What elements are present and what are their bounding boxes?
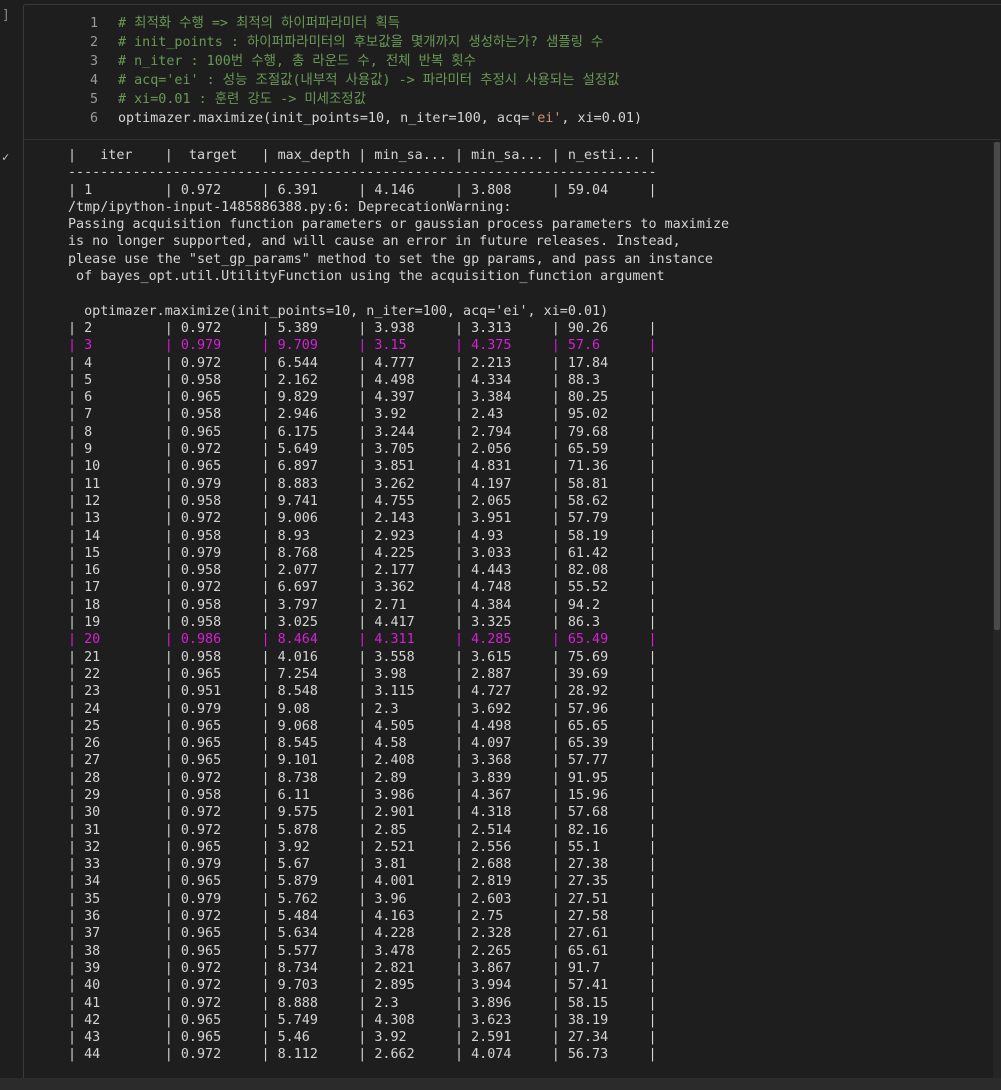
- table-header: | iter | target | max_depth | min_sa... …: [68, 148, 657, 163]
- line-number: 3: [89, 54, 98, 69]
- table-row: | 18 | 0.958 | 3.797 | 2.71 | 4.384 | 94…: [68, 597, 657, 613]
- table-row: | 38 | 0.965 | 5.577 | 3.478 | 2.265 | 6…: [68, 943, 657, 959]
- code-call: optimazer.maximize(init_points=10, n_ite…: [118, 111, 530, 126]
- warning-line: Passing acquisition function parameters …: [68, 217, 730, 233]
- warning-line: [68, 285, 988, 302]
- table-row: | 37 | 0.965 | 5.634 | 4.228 | 2.328 | 2…: [68, 926, 657, 942]
- line-number: 2: [89, 35, 98, 50]
- code-line: 5 # xi=0.01 : 훈련 강도 -> 미세조정값: [24, 90, 1000, 109]
- warning-line: of bayes_opt.util.UtilityFunction using …: [68, 269, 665, 285]
- table-row: | 27 | 0.965 | 9.101 | 2.408 | 3.368 | 5…: [68, 753, 657, 769]
- line-number: 1: [89, 16, 98, 31]
- code-call-end: , xi=0.01): [561, 111, 643, 126]
- table-row: | 23 | 0.951 | 8.548 | 3.115 | 4.727 | 2…: [68, 684, 657, 700]
- cell-bracket: ]: [2, 8, 10, 23]
- table-row: | 11 | 0.979 | 8.883 | 3.262 | 4.197 | 5…: [68, 476, 657, 492]
- code-comment: # acq='ei' : 성능 조절값(내부적 사용값) -> 파라미터 추정시…: [118, 73, 620, 88]
- table-row: | 36 | 0.972 | 5.484 | 4.163 | 2.75 | 27…: [68, 909, 657, 925]
- warning-line: /tmp/ipython-input-1485886388.py:6: Depr…: [68, 199, 512, 215]
- warning-line: optimazer.maximize(init_points=10, n_ite…: [68, 303, 609, 319]
- table-row: | 3 | 0.979 | 9.709 | 3.15 | 4.375 | 57.…: [68, 338, 657, 354]
- table-row: | 30 | 0.972 | 9.575 | 2.901 | 4.318 | 5…: [68, 805, 657, 821]
- table-row: | 40 | 0.972 | 9.703 | 2.895 | 3.994 | 5…: [68, 978, 657, 994]
- table-row: | 17 | 0.972 | 6.697 | 3.362 | 4.748 | 5…: [68, 580, 657, 596]
- table-row: | 43 | 0.965 | 5.46 | 3.92 | 2.591 | 27.…: [68, 1030, 657, 1046]
- line-number: 4: [89, 73, 98, 88]
- table-row: | 21 | 0.958 | 4.016 | 3.558 | 3.615 | 7…: [68, 649, 657, 665]
- table-row: | 33 | 0.979 | 5.67 | 3.81 | 2.688 | 27.…: [68, 857, 657, 873]
- table-row: | 28 | 0.972 | 8.738 | 2.89 | 3.839 | 91…: [68, 770, 657, 786]
- run-status-check-icon: ✓: [2, 150, 10, 164]
- table-row: | 1 | 0.972 | 6.391 | 4.146 | 3.808 | 59…: [68, 182, 657, 198]
- code-editor[interactable]: 1 # 최적화 수행 => 최적의 하이퍼파라미터 획득 2 # init_poin…: [24, 14, 1000, 128]
- code-comment: # n_iter : 100번 수행, 총 라운드 수, 전체 반복 횟수: [118, 54, 476, 69]
- table-row: | 44 | 0.972 | 8.112 | 2.662 | 4.074 | 5…: [68, 1047, 657, 1063]
- table-row: | 15 | 0.979 | 8.768 | 4.225 | 3.033 | 6…: [68, 545, 657, 561]
- table-row: | 9 | 0.972 | 5.649 | 3.705 | 2.056 | 65…: [68, 442, 657, 458]
- table-row: | 8 | 0.965 | 6.175 | 3.244 | 2.794 | 79…: [68, 424, 657, 440]
- table-row: | 34 | 0.965 | 5.879 | 4.001 | 2.819 | 2…: [68, 874, 657, 890]
- table-row: | 29 | 0.958 | 6.11 | 3.986 | 4.367 | 15…: [68, 787, 657, 803]
- code-comment: # xi=0.01 : 훈련 강도 -> 미세조정값: [118, 92, 366, 107]
- table-row: | 35 | 0.979 | 5.762 | 3.96 | 2.603 | 27…: [68, 891, 657, 907]
- code-line: 1 # 최적화 수행 => 최적의 하이퍼파라미터 획득: [24, 14, 1000, 33]
- cell-output-divider: [24, 139, 1000, 140]
- table-row: | 13 | 0.972 | 9.006 | 2.143 | 3.951 | 5…: [68, 511, 657, 527]
- table-row: | 5 | 0.958 | 2.162 | 4.498 | 4.334 | 88…: [68, 372, 657, 388]
- code-comment: # 최적화 수행 => 최적의 하이퍼파라미터 획득: [118, 16, 400, 31]
- table-row: | 7 | 0.958 | 2.946 | 3.92 | 2.43 | 95.0…: [68, 407, 657, 423]
- table-row: | 26 | 0.965 | 8.545 | 4.58 | 4.097 | 65…: [68, 736, 657, 752]
- table-row: | 25 | 0.965 | 9.068 | 4.505 | 4.498 | 6…: [68, 718, 657, 734]
- warning-line: is no longer supported, and will cause a…: [68, 234, 681, 250]
- table-row: | 14 | 0.958 | 8.93 | 2.923 | 4.93 | 58.…: [68, 528, 657, 544]
- table-row: | 32 | 0.965 | 3.92 | 2.521 | 2.556 | 55…: [68, 839, 657, 855]
- table-rule: ----------------------------------------…: [68, 165, 657, 181]
- table-row: | 24 | 0.979 | 9.08 | 2.3 | 3.692 | 57.9…: [68, 701, 657, 717]
- code-line: 2 # init_points : 하이퍼파라미터의 후보값을 몇개까지 생성하는…: [24, 33, 1000, 52]
- table-row: | 31 | 0.972 | 5.878 | 2.85 | 2.514 | 82…: [68, 822, 657, 838]
- code-comment: # init_points : 하이퍼파라미터의 후보값을 몇개까지 생성하는가…: [118, 35, 604, 50]
- code-line: 4 # acq='ei' : 성능 조절값(내부적 사용값) -> 파라미터 추정…: [24, 71, 1000, 90]
- table-row: | 39 | 0.972 | 8.734 | 2.821 | 3.867 | 9…: [68, 960, 657, 976]
- table-row: | 22 | 0.965 | 7.254 | 3.98 | 2.887 | 39…: [68, 666, 657, 682]
- cell-output: | iter | target | max_depth | min_sa... …: [68, 147, 988, 1064]
- table-row: | 19 | 0.958 | 3.025 | 4.417 | 3.325 | 8…: [68, 615, 657, 631]
- code-string: 'ei': [529, 111, 562, 126]
- table-row: | 2 | 0.972 | 5.389 | 3.938 | 3.313 | 90…: [68, 320, 657, 336]
- table-row: | 6 | 0.965 | 9.829 | 4.397 | 3.384 | 80…: [68, 390, 657, 406]
- line-number: 5: [89, 92, 98, 107]
- table-row: | 20 | 0.986 | 8.464 | 4.311 | 4.285 | 6…: [68, 632, 657, 648]
- table-row: | 4 | 0.972 | 6.544 | 4.777 | 2.213 | 17…: [68, 355, 657, 371]
- horizontal-scrollbar[interactable]: [0, 1078, 1001, 1090]
- warning-line: please use the "set_gp_params" method to…: [68, 251, 713, 267]
- table-row: | 12 | 0.958 | 9.741 | 4.755 | 2.065 | 5…: [68, 493, 657, 509]
- line-number: 6: [89, 111, 98, 126]
- table-row: | 42 | 0.965 | 5.749 | 4.308 | 3.623 | 3…: [68, 1012, 657, 1028]
- code-line: 6 optimazer.maximize(init_points=10, n_it…: [24, 109, 1000, 128]
- table-row: | 10 | 0.965 | 6.897 | 3.851 | 4.831 | 7…: [68, 459, 657, 475]
- table-row: | 16 | 0.958 | 2.077 | 2.177 | 4.443 | 8…: [68, 563, 657, 579]
- table-row: | 41 | 0.972 | 8.888 | 2.3 | 3.896 | 58.…: [68, 995, 657, 1011]
- code-line: 3 # n_iter : 100번 수행, 총 라운드 수, 전체 반복 횟수: [24, 52, 1000, 71]
- output-scrollbar-thumb[interactable]: [994, 142, 1000, 630]
